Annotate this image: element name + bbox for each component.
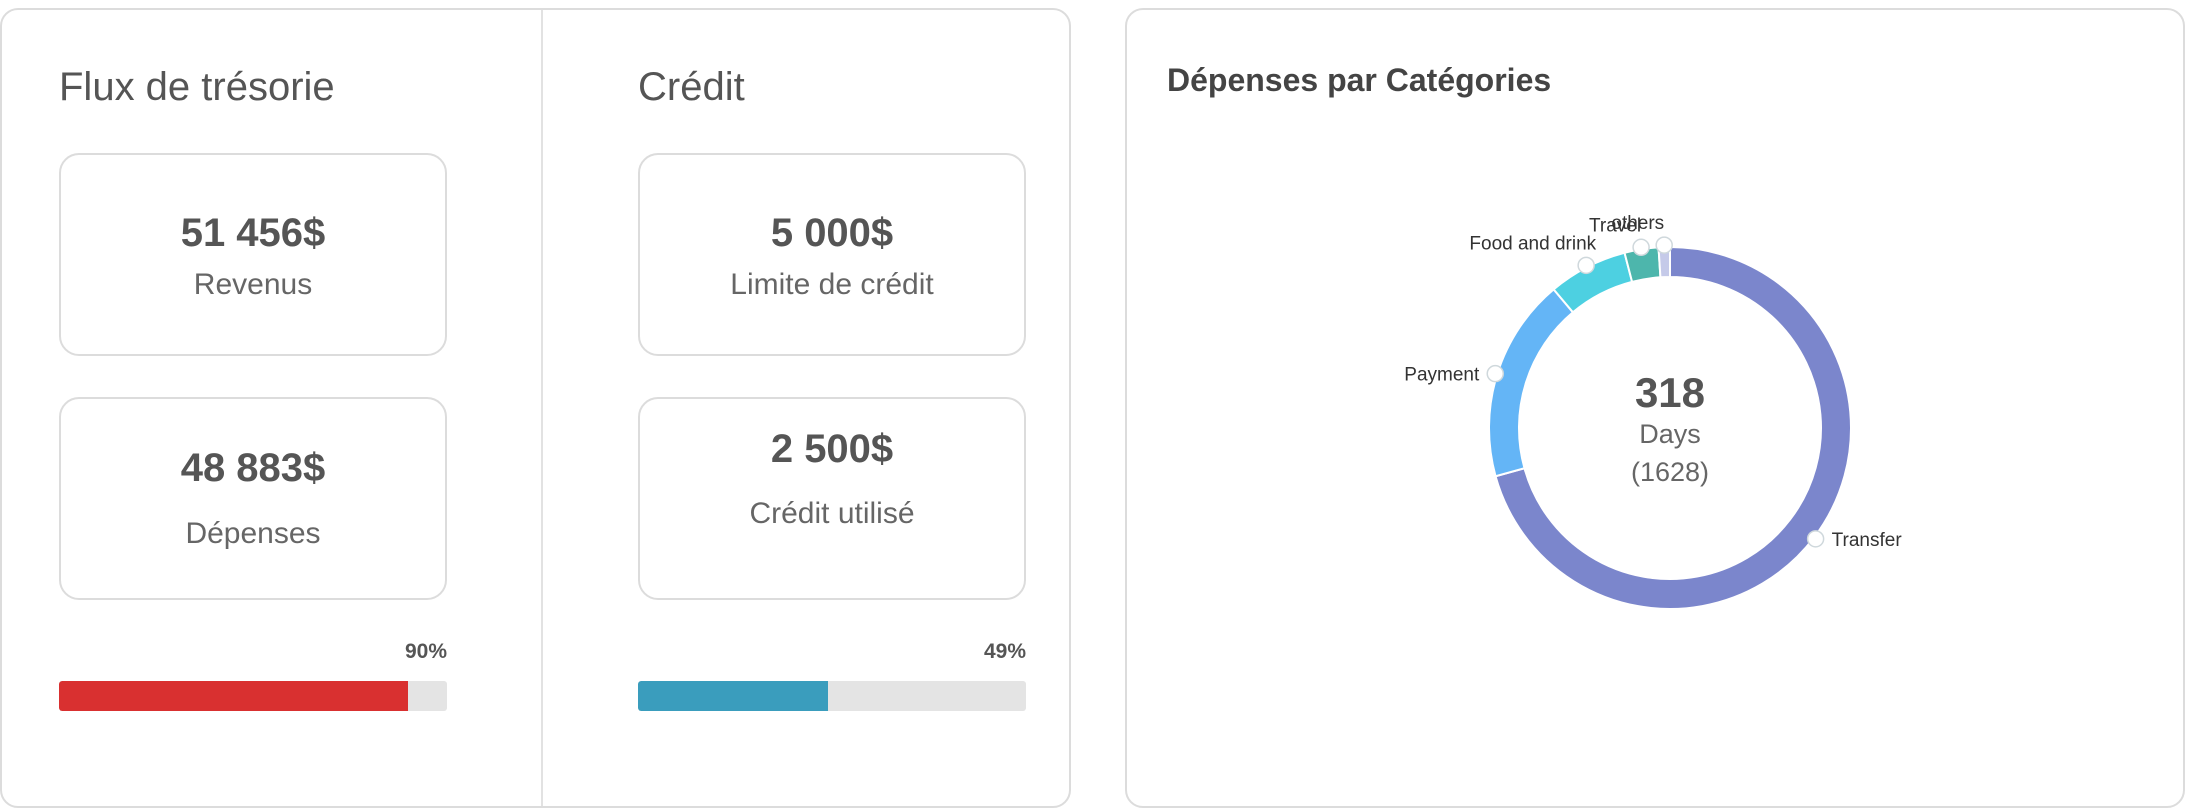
credit-progress-bar [638,681,1026,711]
cash-credit-panel: Flux de trésorie 51 456$ Revenus 48 883$… [0,8,1071,808]
credit-used-value: 2 500$ [770,427,894,471]
donut-label-marker-food-and-drink [1577,256,1595,275]
donut-label-marker-payment [1486,364,1505,383]
credit-progress-fill [638,681,829,711]
income-value: 51 456$ [180,211,326,255]
credit-used-card[interactable]: 2 500$ Crédit utilisé [638,397,1026,600]
credit-used-label: Crédit utilisé [749,497,915,530]
donut-label-payment: Payment [1404,365,1480,386]
donut-label-others: others [1611,213,1664,234]
cash-flow-progress-percent: 90% [404,640,447,663]
credit-limit-value: 5 000$ [770,211,894,255]
cash-flow-progress-bar [59,681,447,711]
expenses-card[interactable]: 48 883$ Dépenses [59,397,447,600]
donut-slice-payment[interactable] [1488,287,1575,478]
panel-divider [541,10,543,806]
credit-limit-card[interactable]: 5 000$ Limite de crédit [638,153,1026,356]
donut-label-marker-transfer [1806,530,1825,548]
center-count: (1628) [1631,457,1709,487]
cash-flow-progress-fill [59,681,409,711]
income-card[interactable]: 51 456$ Revenus [59,153,447,356]
income-label: Revenus [193,268,313,301]
donut-label-marker-others [1655,236,1673,254]
credit-limit-label: Limite de crédit [730,268,934,301]
center-unit: Days [1639,419,1701,449]
center-value: 318 [1635,369,1705,416]
credit-progress-percent: 49% [983,640,1026,663]
expenses-label: Dépenses [185,517,321,550]
donut-label-transfer: Transfer [1832,530,1903,551]
donut-label-marker-travel [1632,238,1650,257]
credit-title: Crédit [638,65,745,109]
donut-chart: TransferPaymentFood and drinkTravelother… [1404,213,1903,610]
donut-label-food-and-drink: Food and drink [1469,233,1596,254]
expenses-value: 48 883$ [180,446,326,490]
expenses-by-category-panel: Dépenses par Catégories Transfer Payment F… [1125,8,2185,808]
cash-flow-title: Flux de trésorie [59,65,335,109]
